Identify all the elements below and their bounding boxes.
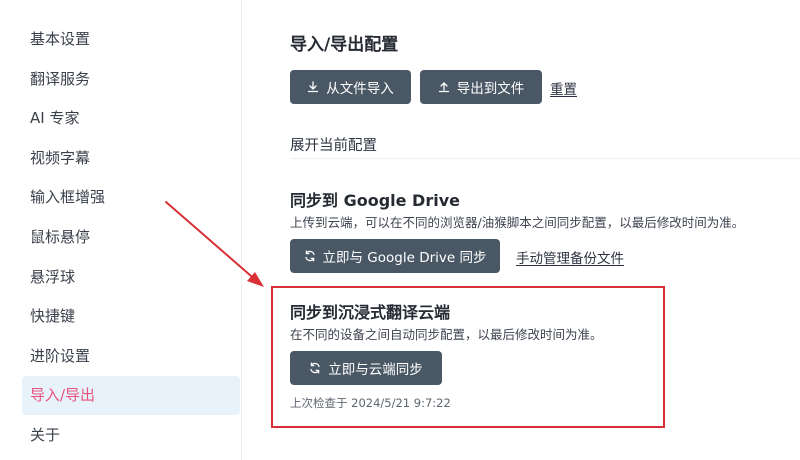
sidebar-item-about[interactable]: 关于 — [22, 416, 240, 455]
export-button-label: 导出到文件 — [456, 81, 525, 97]
annotation-arrow — [165, 201, 264, 287]
sidebar-item-ai-expert[interactable]: AI 专家 — [22, 99, 240, 138]
download-icon — [308, 81, 319, 93]
sidebar-item-advanced[interactable]: 进阶设置 — [22, 337, 240, 376]
page-title: 导入/导出配置 — [290, 35, 399, 55]
sidebar-item-basic-settings[interactable]: 基本设置 — [22, 20, 240, 59]
sync-icon — [304, 250, 315, 262]
manage-backup-files-link[interactable]: 手动管理备份文件 — [516, 247, 624, 267]
import-button-label: 从文件导入 — [326, 81, 394, 97]
sidebar-item-translation-services[interactable]: 翻译服务 — [22, 60, 240, 99]
sync-google-drive-button[interactable]: 立即与 Google Drive 同步 — [290, 239, 500, 273]
annotation-highlight-box — [271, 286, 665, 428]
upload-icon — [438, 82, 449, 93]
export-to-file-button[interactable]: 导出到文件 — [420, 70, 542, 104]
google-drive-description: 上传到云端，可以在不同的浏览器/油猴脚本之间同步配置，以最后修改时间为准。 — [290, 215, 745, 230]
reset-link[interactable]: 重置 — [550, 78, 577, 98]
import-from-file-button[interactable]: 从文件导入 — [290, 70, 411, 104]
expand-config-toggle[interactable]: 展开当前配置 — [290, 134, 377, 155]
sidebar-item-video-subtitles[interactable]: 视频字幕 — [22, 139, 240, 178]
sidebar-item-shortcuts[interactable]: 快捷键 — [22, 297, 240, 336]
sync-google-drive-label: 立即与 Google Drive 同步 — [322, 250, 487, 266]
divider — [290, 158, 800, 159]
google-drive-section-title: 同步到 Google Drive — [290, 191, 460, 210]
sidebar-item-import-export[interactable]: 导入/导出 — [22, 376, 240, 415]
